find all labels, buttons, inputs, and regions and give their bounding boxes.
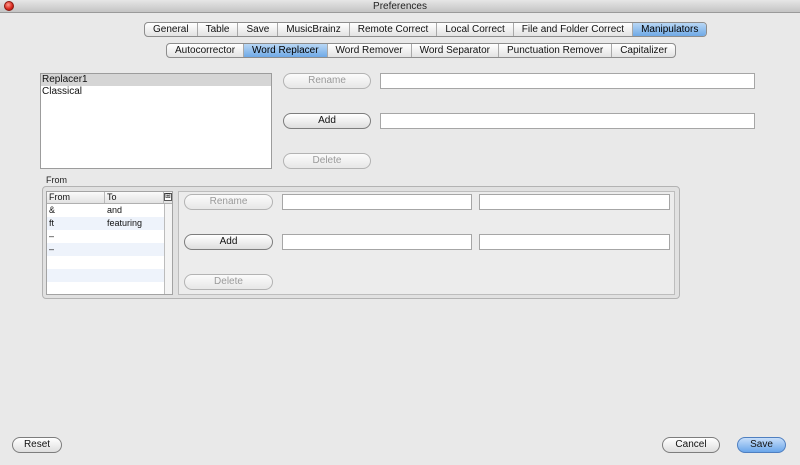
cell-from — [47, 282, 105, 294]
subtab-punctuation-remover[interactable]: Punctuation Remover — [499, 44, 613, 57]
tab-musicbrainz[interactable]: MusicBrainz — [278, 23, 350, 36]
tab-general[interactable]: General — [145, 23, 198, 36]
cell-from: – — [49, 244, 55, 254]
preferences-window: General Table Save MusicBrainz Remote Correc… — [0, 13, 800, 465]
delete-pair-button[interactable]: Delete — [184, 274, 273, 290]
cell-from: – — [49, 231, 55, 241]
subtab-word-separator[interactable]: Word Separator — [412, 44, 500, 57]
subtab-word-remover[interactable]: Word Remover — [328, 44, 412, 57]
list-item[interactable]: Replacer1 — [41, 74, 271, 86]
add-replacer-input[interactable] — [380, 113, 755, 129]
cell-to — [105, 282, 164, 294]
add-to-input[interactable] — [479, 234, 670, 250]
delete-replacer-button[interactable]: Delete — [283, 153, 371, 169]
table-row[interactable] — [47, 256, 172, 269]
tab-local-correct[interactable]: Local Correct — [437, 23, 514, 36]
table-header: From To ⊞ — [47, 192, 172, 204]
cancel-button[interactable]: Cancel — [662, 437, 720, 453]
table-row[interactable]: & and — [47, 204, 172, 217]
cell-from — [47, 256, 105, 269]
table-row[interactable]: ft featuring — [47, 217, 172, 230]
tab-manipulators[interactable]: Manipulators — [633, 23, 707, 36]
table-row[interactable] — [47, 269, 172, 282]
cell-to: and — [107, 205, 123, 215]
rename-pair-button[interactable]: Rename — [184, 194, 273, 210]
reset-button[interactable]: Reset — [12, 437, 62, 453]
subtab-capitalizer[interactable]: Capitalizer — [612, 44, 675, 57]
rename-replacer-input[interactable] — [380, 73, 755, 89]
column-control[interactable]: ⊞ — [164, 192, 172, 203]
cell-from — [47, 269, 105, 282]
title-bar: Preferences — [0, 0, 800, 13]
table-row[interactable]: – — [47, 243, 172, 256]
subtab-word-replacer[interactable]: Word Replacer — [244, 44, 328, 57]
tab-file-and-folder-correct[interactable]: File and Folder Correct — [514, 23, 634, 36]
preferences-tab-bar: General Table Save MusicBrainz Remote Correc… — [144, 22, 708, 37]
tab-table[interactable]: Table — [198, 23, 239, 36]
cell-to — [105, 269, 164, 282]
cell-to — [105, 243, 164, 256]
rename-replacer-button[interactable]: Rename — [283, 73, 371, 89]
replacement-table[interactable]: From To ⊞ & and ft featuring – – — [46, 191, 173, 295]
column-header-from[interactable]: From — [47, 192, 105, 203]
replacer-list[interactable]: Replacer1 Classical — [40, 73, 272, 169]
table-scrollbar[interactable] — [164, 204, 172, 294]
subtab-autocorrector[interactable]: Autocorrector — [167, 44, 245, 57]
from-group-label: From — [46, 175, 67, 185]
add-replacer-button[interactable]: Add — [283, 113, 371, 129]
cell-to — [105, 230, 164, 243]
rename-to-input[interactable] — [479, 194, 670, 210]
manipulators-subtab-bar: Autocorrector Word Replacer Word Remover Wo… — [166, 43, 677, 58]
cell-from: & — [49, 205, 56, 215]
tab-save[interactable]: Save — [238, 23, 279, 36]
close-window-button[interactable] — [4, 1, 14, 11]
list-item[interactable]: Classical — [41, 86, 271, 98]
tab-remote-correct[interactable]: Remote Correct — [350, 23, 438, 36]
cell-to — [105, 256, 164, 269]
cell-from: ft — [49, 218, 55, 228]
column-chooser-icon[interactable]: ⊞ — [164, 193, 172, 201]
cell-to: featuring — [107, 218, 143, 228]
table-body: & and ft featuring – – — [47, 204, 172, 294]
table-row[interactable] — [47, 282, 172, 294]
rename-from-input[interactable] — [282, 194, 472, 210]
column-header-to[interactable]: To — [105, 192, 164, 203]
table-row[interactable]: – — [47, 230, 172, 243]
window-title: Preferences — [373, 1, 427, 12]
save-button[interactable]: Save — [737, 437, 786, 453]
add-from-input[interactable] — [282, 234, 472, 250]
add-pair-button[interactable]: Add — [184, 234, 273, 250]
